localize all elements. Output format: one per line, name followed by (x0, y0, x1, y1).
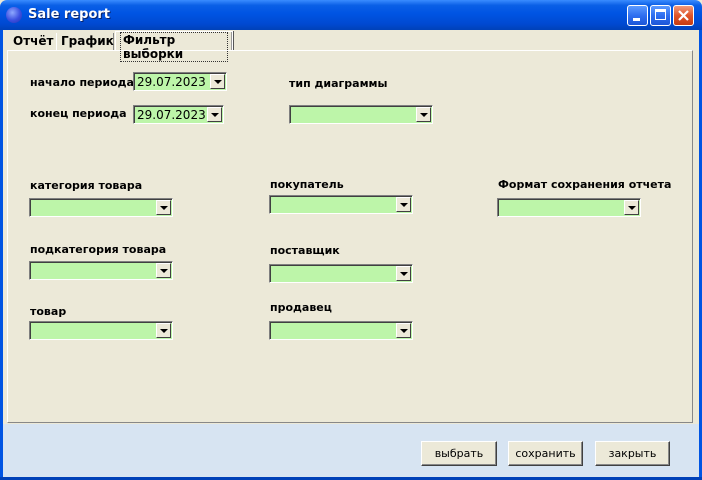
minimize-button[interactable] (627, 5, 648, 26)
supplier-label: поставщик (270, 244, 340, 257)
product-subcategory-dropdown[interactable] (29, 261, 173, 280)
period-end-value: 29.07.2023 (137, 108, 206, 122)
chevron-down-icon[interactable] (207, 107, 222, 122)
period-start-picker[interactable]: 29.07.2023 (133, 72, 227, 91)
minimize-icon (633, 18, 640, 21)
chevron-down-icon[interactable] (624, 200, 639, 215)
chevron-down-icon[interactable] (396, 197, 411, 212)
save-format-dropdown[interactable] (497, 198, 641, 217)
period-start-label: начало периода (30, 76, 134, 89)
chevron-down-icon[interactable] (396, 323, 411, 338)
product-subcategory-label: подкатегория товара (30, 243, 167, 256)
close-window-button[interactable] (673, 5, 694, 26)
period-end-picker[interactable]: 29.07.2023 (133, 105, 224, 124)
chevron-down-icon[interactable] (396, 266, 411, 281)
save-button[interactable]: сохранить (508, 441, 583, 466)
product-category-label: категория товара (30, 179, 143, 192)
close-button[interactable]: закрыть (595, 441, 670, 466)
tab-chart[interactable]: График (56, 33, 114, 50)
product-category-dropdown[interactable] (29, 198, 173, 217)
maximize-button[interactable] (650, 5, 671, 26)
title-bar[interactable]: Sale report (0, 0, 702, 30)
seller-dropdown[interactable] (269, 321, 413, 340)
buyer-dropdown[interactable] (269, 195, 413, 214)
maximize-icon (655, 9, 666, 20)
save-format-label: Формат сохранения отчета (498, 178, 672, 191)
window-title: Sale report (28, 7, 111, 22)
product-label: товар (30, 305, 67, 318)
chevron-down-icon[interactable] (416, 107, 431, 122)
main-window: Sale report Отчёт График Фильтр выборки … (0, 0, 702, 480)
buyer-label: покупатель (270, 178, 344, 191)
chart-type-dropdown[interactable] (289, 105, 433, 124)
chevron-down-icon[interactable] (156, 263, 171, 278)
app-icon (6, 7, 22, 23)
window-frame-left (0, 30, 3, 480)
seller-label: продавец (270, 301, 332, 314)
chevron-down-icon[interactable] (210, 74, 225, 89)
period-start-value: 29.07.2023 (137, 75, 206, 89)
chevron-down-icon[interactable] (156, 323, 171, 338)
chevron-down-icon[interactable] (156, 200, 171, 215)
product-dropdown[interactable] (29, 321, 173, 340)
select-button[interactable]: выбрать (421, 441, 497, 466)
tab-report[interactable]: Отчёт (9, 33, 55, 50)
chart-type-label: тип диаграммы (289, 77, 388, 90)
period-end-label: конец периода (30, 107, 127, 120)
tab-filter[interactable]: Фильтр выборки (115, 31, 233, 62)
close-icon (678, 10, 689, 21)
supplier-dropdown[interactable] (269, 264, 413, 283)
